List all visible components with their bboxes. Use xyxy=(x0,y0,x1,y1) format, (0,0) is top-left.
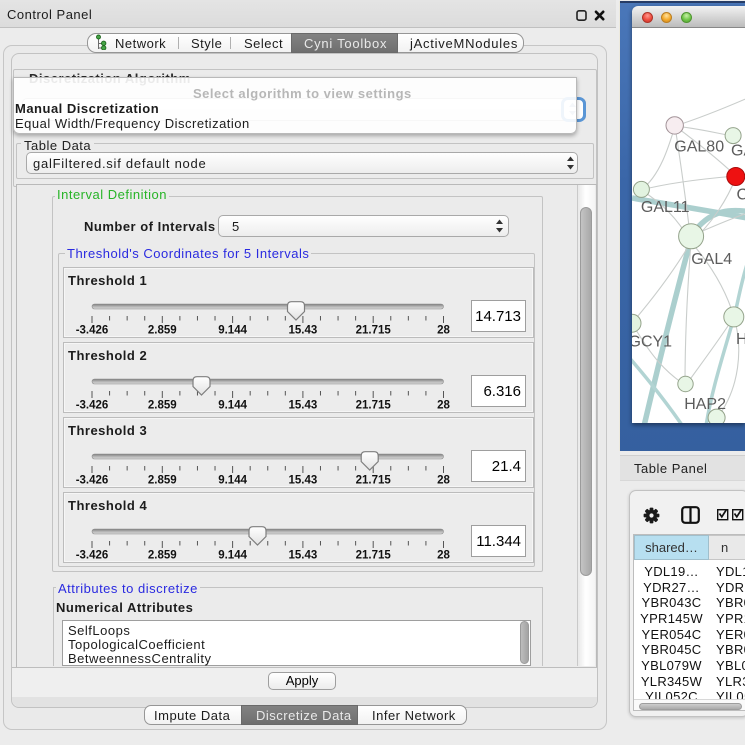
svg-text:28: 28 xyxy=(437,324,450,336)
svg-text:2.859: 2.859 xyxy=(147,324,176,336)
svg-text:2.859: 2.859 xyxy=(147,474,176,486)
svg-text:21.715: 21.715 xyxy=(355,324,391,336)
svg-text:GA: GA xyxy=(731,143,745,160)
svg-text:21.715: 21.715 xyxy=(355,549,391,561)
svg-text:HAP2: HAP2 xyxy=(684,396,726,413)
svg-text:15.43: 15.43 xyxy=(288,474,317,486)
svg-text:28: 28 xyxy=(437,399,450,411)
svg-text:-3.426: -3.426 xyxy=(75,399,108,411)
svg-text:21.715: 21.715 xyxy=(355,474,391,486)
svg-text:28: 28 xyxy=(437,474,450,486)
svg-text:9.144: 9.144 xyxy=(218,474,247,486)
svg-text:2.859: 2.859 xyxy=(147,399,176,411)
svg-text:9.144: 9.144 xyxy=(218,399,247,411)
svg-text:GCY1: GCY1 xyxy=(632,334,672,351)
svg-text:H: H xyxy=(736,331,745,348)
svg-text:-3.426: -3.426 xyxy=(75,549,108,561)
svg-text:2.859: 2.859 xyxy=(147,549,176,561)
svg-text:-3.426: -3.426 xyxy=(75,324,108,336)
svg-text:15.43: 15.43 xyxy=(288,324,317,336)
svg-text:15.43: 15.43 xyxy=(288,399,317,411)
svg-text:28: 28 xyxy=(437,549,450,561)
svg-text:15.43: 15.43 xyxy=(288,549,317,561)
svg-text:GAL80: GAL80 xyxy=(674,139,724,156)
svg-text:GAL11: GAL11 xyxy=(641,199,690,216)
svg-text:GAL4: GAL4 xyxy=(691,251,732,268)
svg-text:9.144: 9.144 xyxy=(218,549,247,561)
svg-text:C: C xyxy=(737,187,745,204)
svg-text:-3.426: -3.426 xyxy=(75,474,108,486)
svg-text:21.715: 21.715 xyxy=(355,399,391,411)
svg-text:9.144: 9.144 xyxy=(218,324,247,336)
